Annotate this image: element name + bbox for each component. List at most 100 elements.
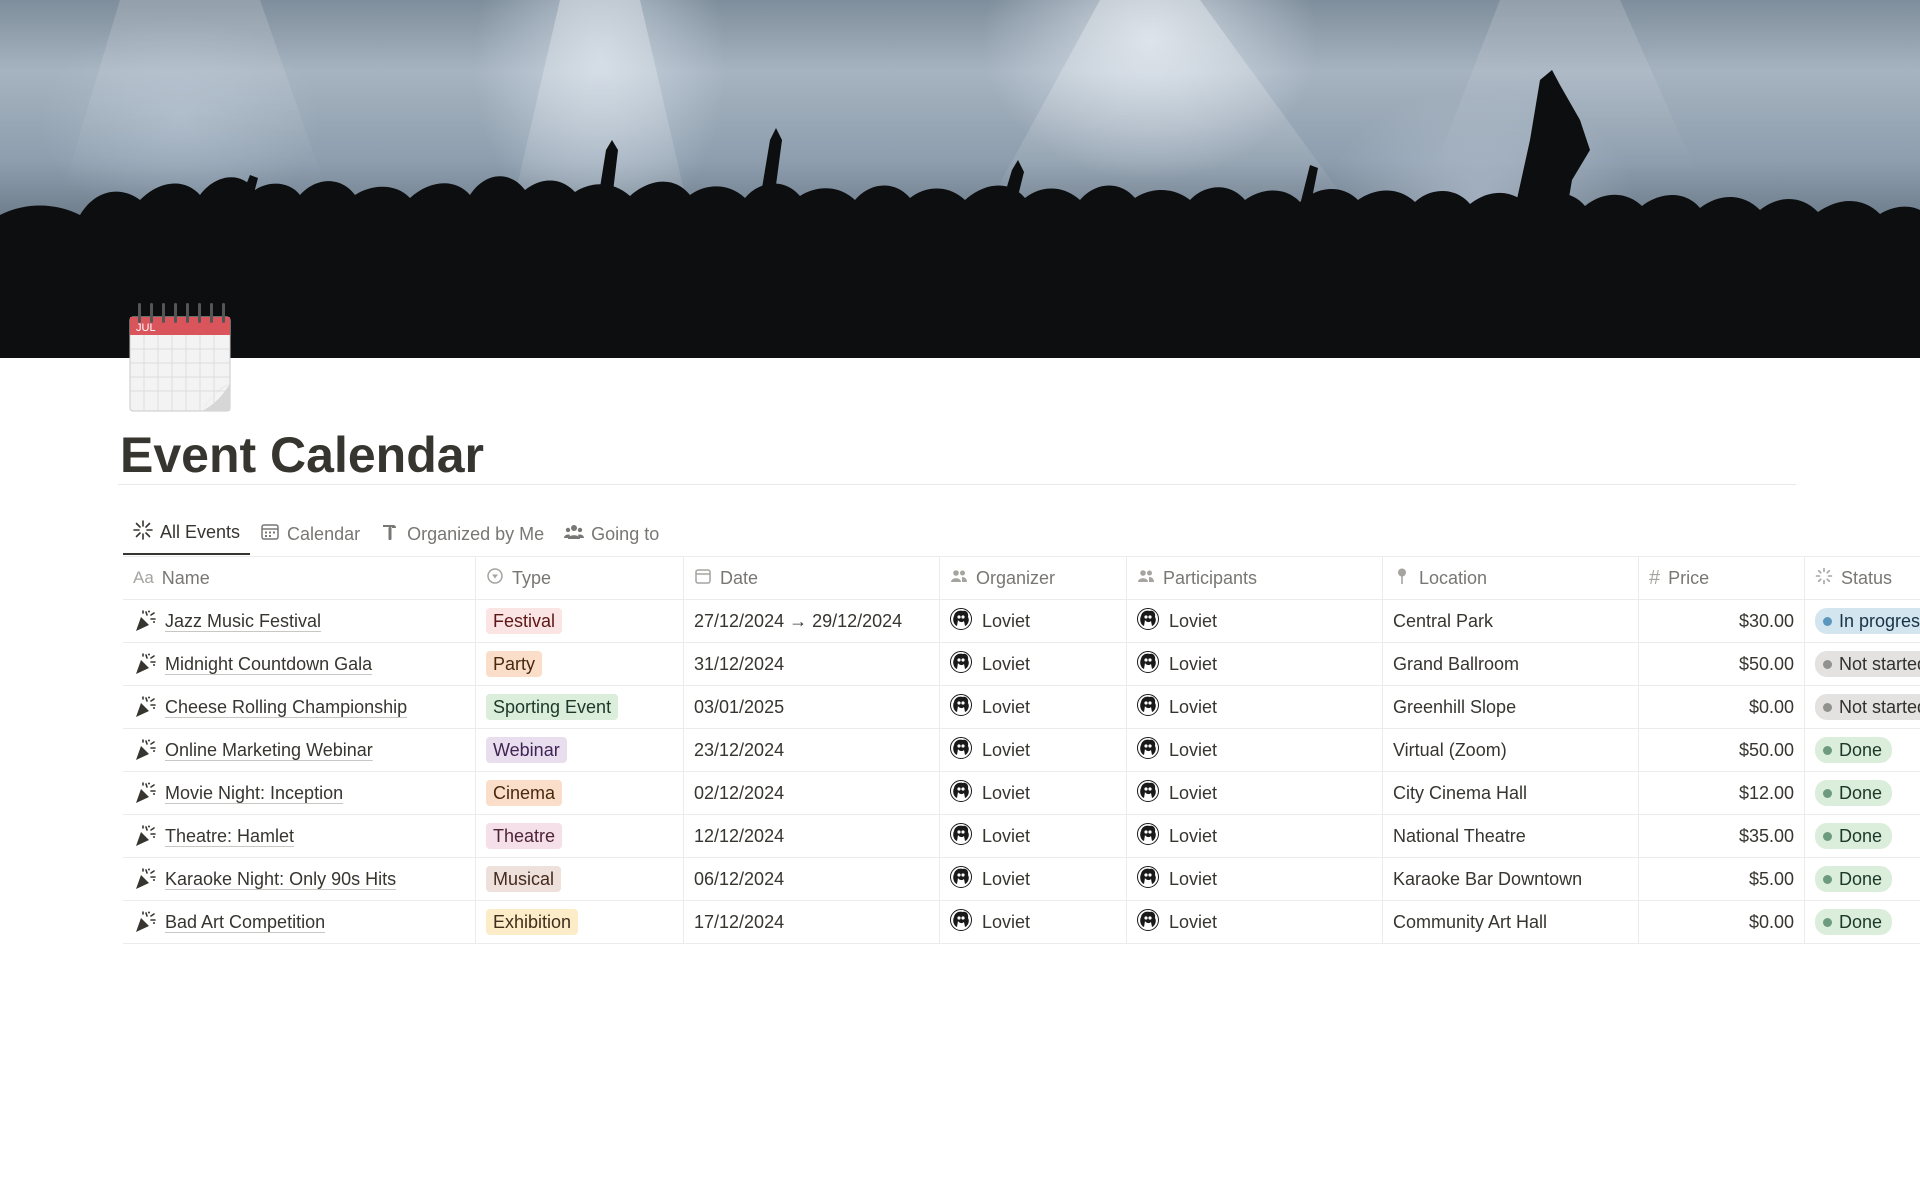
cell-price[interactable]: $12.00 <box>1639 772 1805 814</box>
cell-location[interactable]: National Theatre <box>1383 815 1639 857</box>
cell-location[interactable]: Central Park <box>1383 600 1639 642</box>
cell-participants[interactable]: Loviet <box>1127 858 1383 900</box>
cell-name[interactable]: Bad Art Competition <box>123 901 476 943</box>
cell-price[interactable]: $30.00 <box>1639 600 1805 642</box>
event-location: Virtual (Zoom) <box>1393 739 1507 760</box>
cell-participants[interactable]: Loviet <box>1127 815 1383 857</box>
column-header-date[interactable]: Date <box>684 557 940 599</box>
event-name-link[interactable]: Online Marketing Webinar <box>165 740 373 761</box>
event-name-link[interactable]: Theatre: Hamlet <box>165 826 294 847</box>
cell-organizer[interactable]: Loviet <box>940 600 1127 642</box>
table-row[interactable]: Cheese Rolling Championship Sporting Eve… <box>123 686 1920 729</box>
cell-status[interactable]: In progress <box>1805 600 1920 642</box>
cell-name[interactable]: Midnight Countdown Gala <box>123 643 476 685</box>
table-row[interactable]: Online Marketing Webinar Webinar 23/12/2… <box>123 729 1920 772</box>
table-row[interactable]: Bad Art Competition Exhibition 17/12/202… <box>123 901 1920 944</box>
cell-type[interactable]: Exhibition <box>476 901 684 943</box>
cell-price[interactable]: $5.00 <box>1639 858 1805 900</box>
cell-participants[interactable]: Loviet <box>1127 901 1383 943</box>
cell-status[interactable]: Done <box>1805 901 1920 943</box>
event-date: 27/12/2024 → 29/12/2024 <box>694 610 903 631</box>
cell-price[interactable]: $0.00 <box>1639 686 1805 728</box>
cell-participants[interactable]: Loviet <box>1127 600 1383 642</box>
cell-status[interactable]: Done <box>1805 729 1920 771</box>
cell-price[interactable]: $35.00 <box>1639 815 1805 857</box>
cell-name[interactable]: Theatre: Hamlet <box>123 815 476 857</box>
cell-organizer[interactable]: Loviet <box>940 858 1127 900</box>
cell-status[interactable]: Not started <box>1805 686 1920 728</box>
cell-status[interactable]: Done <box>1805 815 1920 857</box>
cell-participants[interactable]: Loviet <box>1127 686 1383 728</box>
column-header-status[interactable]: Status <box>1805 557 1920 599</box>
cell-name[interactable]: Jazz Music Festival <box>123 600 476 642</box>
cell-organizer[interactable]: Loviet <box>940 643 1127 685</box>
cell-location[interactable]: Karaoke Bar Downtown <box>1383 858 1639 900</box>
party-popper-icon <box>133 910 157 934</box>
table-row[interactable]: Movie Night: Inception Cinema 02/12/2024… <box>123 772 1920 815</box>
cell-location[interactable]: Virtual (Zoom) <box>1383 729 1639 771</box>
cell-type[interactable]: Theatre <box>476 815 684 857</box>
cell-date[interactable]: 31/12/2024 <box>684 643 940 685</box>
cell-date[interactable]: 23/12/2024 <box>684 729 940 771</box>
cell-date[interactable]: 17/12/2024 <box>684 901 940 943</box>
event-date: 06/12/2024 <box>694 868 785 889</box>
tab-organized-by-me[interactable]: Organized by Me <box>370 512 554 556</box>
event-name-link[interactable]: Jazz Music Festival <box>165 611 321 632</box>
table-row[interactable]: Karaoke Night: Only 90s Hits Musical 06/… <box>123 858 1920 901</box>
cell-type[interactable]: Musical <box>476 858 684 900</box>
cell-date[interactable]: 12/12/2024 <box>684 815 940 857</box>
table-row[interactable]: Midnight Countdown Gala Party 31/12/2024… <box>123 643 1920 686</box>
column-header-price[interactable]: # Price <box>1639 557 1805 599</box>
cell-location[interactable]: City Cinema Hall <box>1383 772 1639 814</box>
cell-type[interactable]: Party <box>476 643 684 685</box>
cell-organizer[interactable]: Loviet <box>940 815 1127 857</box>
event-name-link[interactable]: Cheese Rolling Championship <box>165 697 407 718</box>
column-header-name[interactable]: Aa Name <box>123 557 476 599</box>
event-location: National Theatre <box>1393 825 1526 846</box>
cell-type[interactable]: Webinar <box>476 729 684 771</box>
column-header-location[interactable]: Location <box>1383 557 1639 599</box>
cell-organizer[interactable]: Loviet <box>940 686 1127 728</box>
cell-participants[interactable]: Loviet <box>1127 729 1383 771</box>
cell-type[interactable]: Festival <box>476 600 684 642</box>
table-row[interactable]: Theatre: Hamlet Theatre 12/12/2024 Lovie… <box>123 815 1920 858</box>
cell-organizer[interactable]: Loviet <box>940 729 1127 771</box>
column-header-organizer[interactable]: Organizer <box>940 557 1127 599</box>
tab-going-to[interactable]: Going to <box>554 512 669 556</box>
cell-name[interactable]: Karaoke Night: Only 90s Hits <box>123 858 476 900</box>
cell-location[interactable]: Greenhill Slope <box>1383 686 1639 728</box>
cell-participants[interactable]: Loviet <box>1127 772 1383 814</box>
column-label: Date <box>720 567 759 588</box>
table-row[interactable]: Jazz Music Festival Festival 27/12/2024 … <box>123 600 1920 643</box>
cell-date[interactable]: 27/12/2024 → 29/12/2024 <box>684 600 940 642</box>
event-name-link[interactable]: Movie Night: Inception <box>165 783 343 804</box>
event-name-link[interactable]: Karaoke Night: Only 90s Hits <box>165 869 396 890</box>
cell-type[interactable]: Cinema <box>476 772 684 814</box>
event-name-link[interactable]: Midnight Countdown Gala <box>165 654 372 675</box>
tab-all-events[interactable]: All Events <box>123 512 251 555</box>
spiral-calendar-icon[interactable]: JUL <box>128 297 232 413</box>
cell-location[interactable]: Community Art Hall <box>1383 901 1639 943</box>
cell-location[interactable]: Grand Ballroom <box>1383 643 1639 685</box>
cell-name[interactable]: Cheese Rolling Championship <box>123 686 476 728</box>
cell-price[interactable]: $50.00 <box>1639 643 1805 685</box>
cell-name[interactable]: Movie Night: Inception <box>123 772 476 814</box>
cell-status[interactable]: Done <box>1805 858 1920 900</box>
cell-price[interactable]: $0.00 <box>1639 901 1805 943</box>
status-dot <box>1823 745 1832 755</box>
cell-price[interactable]: $50.00 <box>1639 729 1805 771</box>
cell-status[interactable]: Done <box>1805 772 1920 814</box>
column-header-participants[interactable]: Participants <box>1127 557 1383 599</box>
cell-organizer[interactable]: Loviet <box>940 901 1127 943</box>
column-header-type[interactable]: Type <box>476 557 684 599</box>
cell-organizer[interactable]: Loviet <box>940 772 1127 814</box>
cell-type[interactable]: Sporting Event <box>476 686 684 728</box>
cell-date[interactable]: 02/12/2024 <box>684 772 940 814</box>
cell-status[interactable]: Not started <box>1805 643 1920 685</box>
cell-participants[interactable]: Loviet <box>1127 643 1383 685</box>
cell-name[interactable]: Online Marketing Webinar <box>123 729 476 771</box>
cell-date[interactable]: 03/01/2025 <box>684 686 940 728</box>
tab-calendar[interactable]: Calendar <box>250 512 370 556</box>
event-name-link[interactable]: Bad Art Competition <box>165 912 325 933</box>
cell-date[interactable]: 06/12/2024 <box>684 858 940 900</box>
